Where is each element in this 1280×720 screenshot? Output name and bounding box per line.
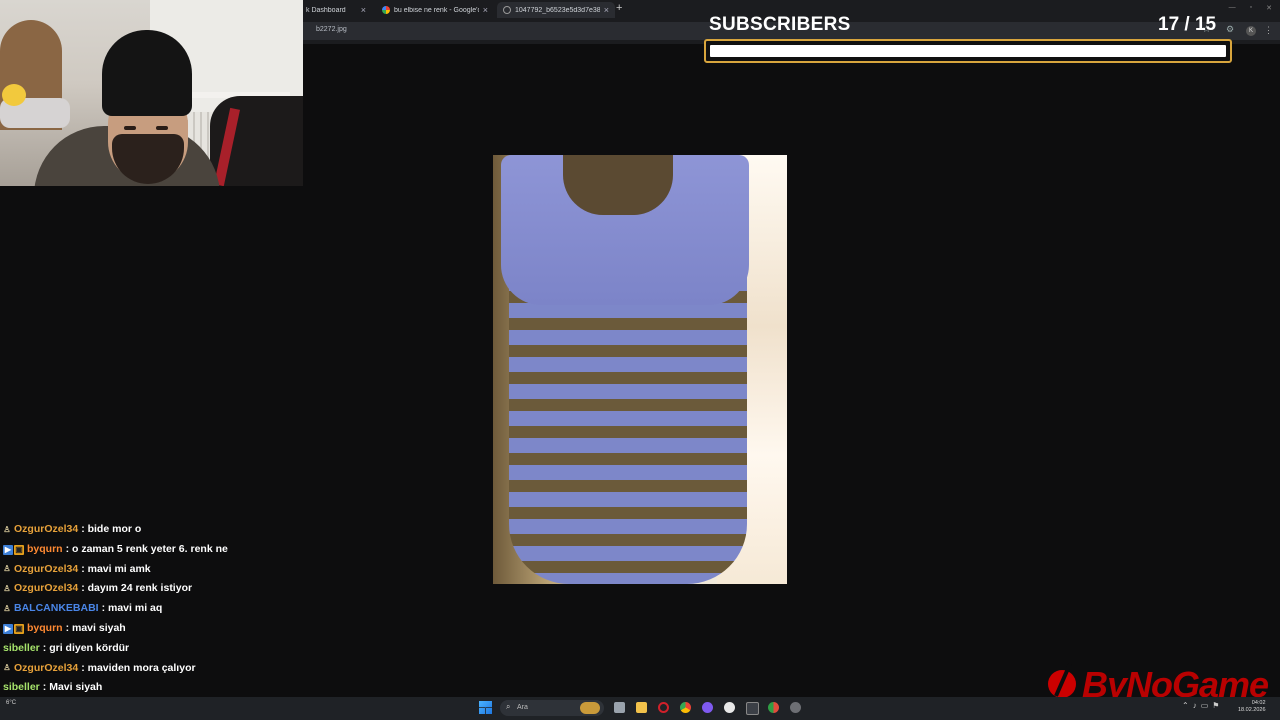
chat-username[interactable]: OzgurOzel34 bbox=[14, 659, 78, 679]
chat-username[interactable]: BALCANKEBABI bbox=[14, 599, 99, 619]
webcam-eye bbox=[124, 126, 136, 130]
extensions-icon[interactable]: ⚙ bbox=[1226, 24, 1234, 35]
clock-time: 04:02 bbox=[1251, 700, 1266, 706]
minimize-icon[interactable]: — bbox=[1229, 4, 1236, 12]
bottle-badge-icon: ♙ bbox=[3, 663, 11, 673]
file-explorer-icon[interactable] bbox=[636, 702, 647, 713]
chat-message: ♙ OzgurOzel34: mavi mi amk bbox=[3, 560, 299, 580]
chat-message: ▶ ▣ byqurn: mavi siyah bbox=[3, 619, 299, 639]
chat-text: : o zaman 5 renk yeter 6. renk ne bbox=[65, 542, 228, 555]
tab-title: k Dashboard bbox=[306, 6, 346, 14]
chat-badges: ♙ bbox=[3, 525, 11, 535]
webcam-feed bbox=[0, 0, 303, 186]
app-icon[interactable] bbox=[768, 702, 779, 713]
chat-message: ♙ BALCANKEBABI: mavi mi aq bbox=[3, 599, 299, 619]
chat-text: : dayım 24 renk istiyor bbox=[81, 582, 193, 595]
chat-badges: ▶ ▣ bbox=[3, 623, 24, 634]
chat-text: : mavi mi aq bbox=[101, 602, 163, 615]
url-text: b2272.jpg bbox=[316, 26, 347, 33]
subscriber-goal-count: 17 / 15 bbox=[1158, 14, 1217, 35]
chat-text: : bide mor o bbox=[81, 523, 142, 535]
dress-photo bbox=[493, 155, 787, 584]
chat-username[interactable]: sibeller bbox=[3, 639, 40, 659]
chat-overlay: ♙ OzgurOzel34: bide mor o ▶ ▣ byqurn: o zama… bbox=[3, 520, 299, 718]
taskbar-clock[interactable]: 04:02 18.02.2026 bbox=[1238, 700, 1266, 714]
steam-icon[interactable] bbox=[724, 702, 735, 713]
task-view-icon[interactable] bbox=[614, 702, 625, 713]
tv-badge-icon: ▣ bbox=[14, 623, 24, 634]
chat-text: : maviden mora çalıyor bbox=[81, 661, 196, 674]
terminal-icon[interactable] bbox=[746, 702, 759, 715]
bottle-badge-icon: ♙ bbox=[3, 584, 11, 594]
chat-username[interactable]: OzgurOzel34 bbox=[14, 560, 78, 580]
bottle-badge-icon: ♙ bbox=[3, 524, 11, 534]
taskbar-search[interactable]: ⌕ Ara bbox=[500, 700, 604, 716]
chat-text: : mavi siyah bbox=[65, 621, 126, 634]
chat-text: : Mavi siyah bbox=[42, 681, 103, 694]
chat-username[interactable]: OzgurOzel34 bbox=[14, 579, 78, 599]
chat-badges: ▶ ▣ bbox=[3, 544, 24, 555]
clock-date: 18.02.2026 bbox=[1238, 707, 1266, 713]
subscriber-goal-bar bbox=[704, 39, 1232, 63]
windows-start-icon[interactable] bbox=[479, 701, 492, 714]
close-tab-icon[interactable]: × bbox=[361, 5, 366, 15]
obs-icon[interactable] bbox=[790, 702, 801, 713]
window-controls: — ▫ ✕ bbox=[1229, 4, 1272, 12]
chat-username[interactable]: sibeller bbox=[3, 678, 40, 698]
chat-badges: ♙ bbox=[3, 604, 11, 614]
bottle-badge-icon: ♙ bbox=[3, 604, 11, 614]
chat-username[interactable]: OzgurOzel34 bbox=[14, 520, 78, 540]
bynogame-logo-icon bbox=[1048, 663, 1076, 698]
chat-message: ♙ OzgurOzel34: dayım 24 renk istiyor bbox=[3, 579, 299, 599]
chat-username[interactable]: byqurn bbox=[27, 540, 63, 560]
dress-neckline bbox=[563, 155, 673, 215]
close-window-icon[interactable]: ✕ bbox=[1266, 4, 1272, 12]
menu-kebab-icon[interactable]: ⋮ bbox=[1264, 25, 1273, 36]
search-icon: ⌕ bbox=[506, 702, 511, 711]
globe-icon bbox=[503, 6, 511, 14]
windows-taskbar: 6°C ⌕ Ara ⌃♪▭⚑ 04:02 18.02.2026 bbox=[0, 697, 1280, 720]
search-placeholder: Ara bbox=[517, 704, 528, 711]
chat-username[interactable]: byqurn bbox=[27, 619, 63, 639]
new-tab-button[interactable]: + bbox=[616, 2, 622, 14]
opera-icon[interactable] bbox=[658, 702, 669, 713]
prime-badge-icon: ▶ bbox=[3, 623, 13, 634]
chat-badges: ♙ bbox=[3, 564, 11, 574]
google-icon bbox=[382, 6, 390, 14]
chat-message: sibeller: gri diyen kördür bbox=[3, 639, 299, 659]
close-tab-icon[interactable]: × bbox=[604, 5, 609, 15]
weather-widget[interactable]: 6°C bbox=[6, 700, 16, 706]
chat-text: : mavi mi amk bbox=[81, 562, 151, 575]
browser-tab-google-search[interactable]: bu elbise ne renk - Google'da A × bbox=[376, 2, 494, 18]
chat-message: sibeller: Mavi siyah bbox=[3, 678, 299, 698]
close-tab-icon[interactable]: × bbox=[483, 5, 488, 15]
subscriber-goal-fill bbox=[710, 45, 1226, 57]
chrome-icon[interactable] bbox=[680, 702, 691, 713]
maximize-icon[interactable]: ▫ bbox=[1250, 4, 1252, 12]
search-highlight-icon bbox=[580, 702, 600, 714]
tab-title: 1047792_b6523e5d3d7e38f0c bbox=[515, 6, 600, 14]
bottle-badge-icon: ♙ bbox=[3, 564, 11, 574]
chat-text: : gri diyen kördür bbox=[42, 641, 130, 654]
subscriber-goal-label: SUBSCRIBERS bbox=[709, 14, 851, 35]
chat-message: ♙ OzgurOzel34: maviden mora çalıyor bbox=[3, 659, 299, 679]
chat-badges: ♙ bbox=[3, 663, 11, 673]
browser-tab-image-active[interactable]: 1047792_b6523e5d3d7e38f0c × bbox=[497, 2, 615, 18]
webcam-streamer-beanie bbox=[102, 30, 192, 116]
prime-badge-icon: ▶ bbox=[3, 544, 13, 555]
chat-message: ▶ ▣ byqurn: o zaman 5 renk yeter 6. renk n… bbox=[3, 540, 299, 560]
webcam-eye bbox=[156, 126, 168, 130]
chat-badges: ♙ bbox=[3, 584, 11, 594]
profile-avatar[interactable]: K bbox=[1246, 26, 1256, 36]
webcam-plush-toy bbox=[2, 84, 26, 106]
discord-icon[interactable] bbox=[702, 702, 713, 713]
tab-title: bu elbise ne renk - Google'da A bbox=[394, 6, 479, 14]
browser-tab-dashboard[interactable]: k Dashboard × bbox=[300, 2, 372, 18]
system-tray-icons[interactable]: ⌃♪▭⚑ bbox=[1182, 701, 1223, 710]
chat-message: ♙ OzgurOzel34: bide mor o bbox=[3, 520, 299, 540]
tv-badge-icon: ▣ bbox=[14, 544, 24, 555]
